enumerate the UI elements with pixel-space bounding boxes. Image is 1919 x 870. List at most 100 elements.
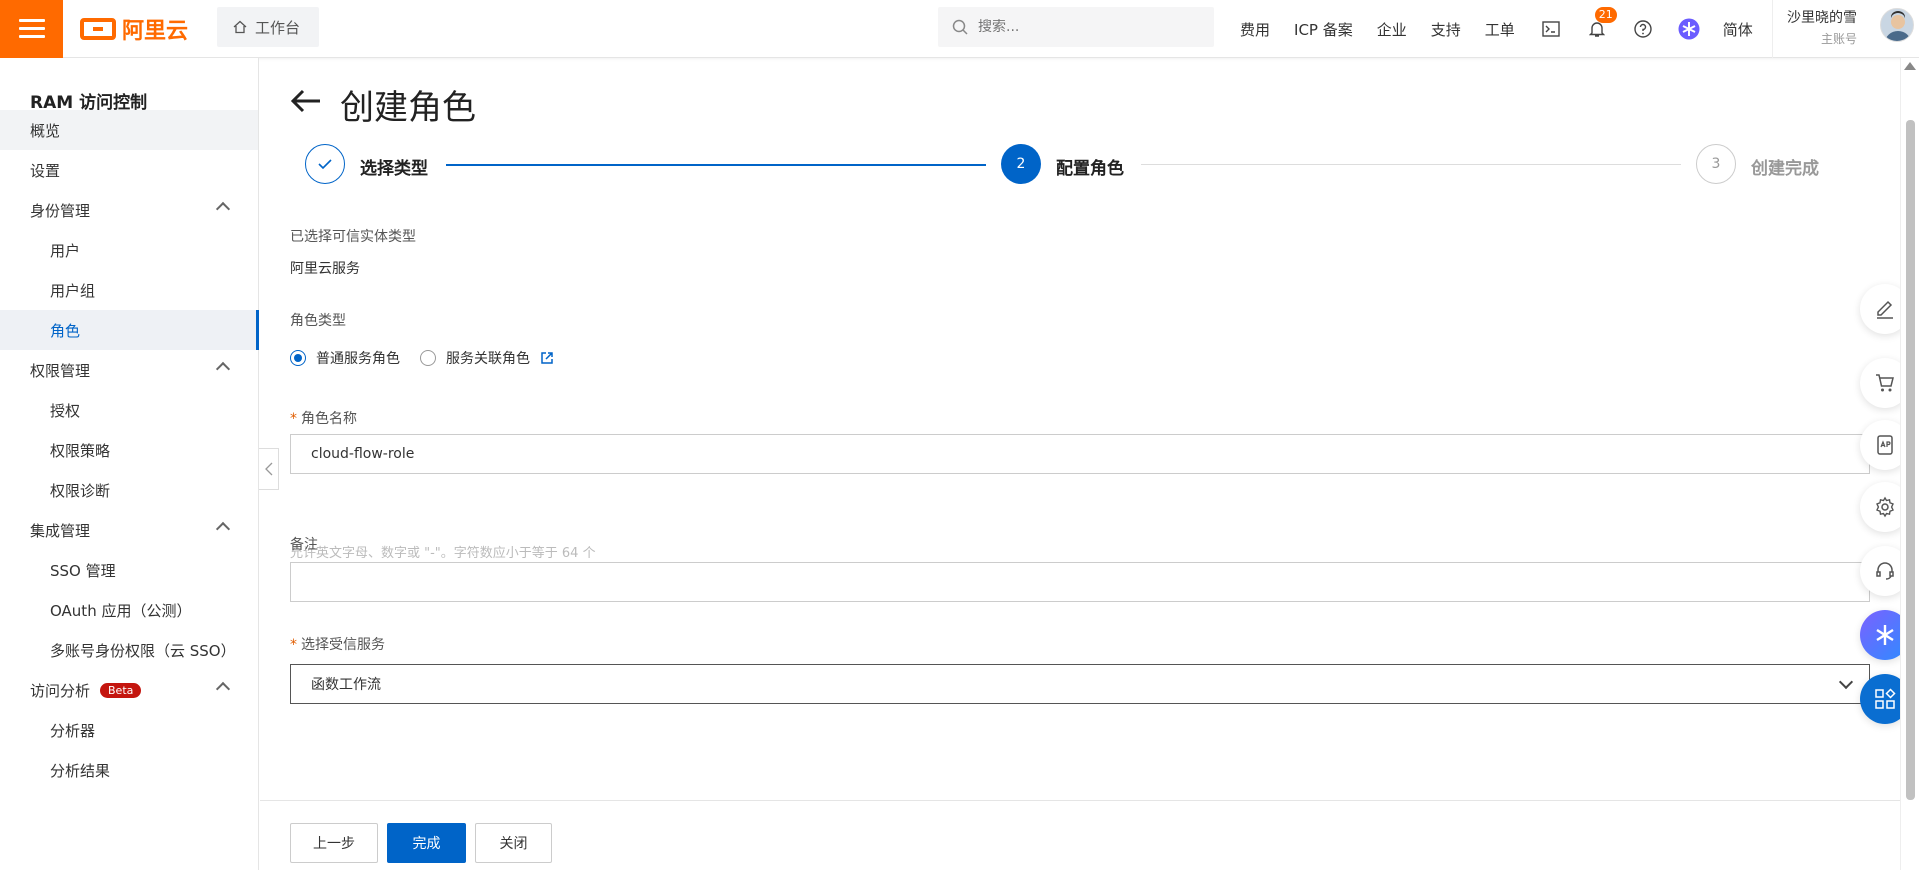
role-name-value: cloud-flow-role [311,446,415,462]
user-menu[interactable]: 沙里晓的雪 主账号 [1772,0,1857,58]
help-button[interactable] [1631,17,1655,41]
sidebar-group-integration[interactable]: 集成管理 [0,510,258,550]
language-switch[interactable]: 简体 [1723,19,1753,40]
radio-normal-service-role-label[interactable]: 普通服务角色 [316,348,400,368]
trusted-service-value: 函数工作流 [311,677,381,693]
aliyun-logo-icon [80,18,116,40]
sidebar-item-analysis-results[interactable]: 分析结果 [0,750,258,790]
help-icon [1634,20,1652,38]
sidebar-item-label: OAuth 应用（公测） [50,601,192,620]
terminal-button[interactable] [1539,17,1563,41]
sidebar-item-label: 分析器 [50,721,96,740]
beta-badge: Beta [100,682,142,698]
footer-bar: 上一步 完成 关闭 [260,800,1900,870]
sidebar-item-user-groups[interactable]: 用户组 [0,270,258,310]
notification-button[interactable]: 21 [1585,7,1617,41]
trusted-service-select[interactable]: 函数工作流 [290,664,1870,704]
step-1-indicator [305,144,345,184]
link-ticket[interactable]: 工单 [1485,19,1515,40]
sidebar-item-label: 角色 [50,321,81,340]
scroll-up-arrow-icon[interactable] [1904,62,1916,70]
step-3-label: 创建完成 [1751,159,1819,179]
step-2-label: 配置角色 [1056,159,1124,179]
user-name: 沙里晓的雪 [1787,10,1857,26]
sidebar-item-cloud-sso[interactable]: 多账号身份权限（云 SSO） [0,630,258,670]
ai-sparkle-icon [1876,625,1894,645]
step-1-label: 选择类型 [360,159,428,179]
sidebar-item-grants[interactable]: 授权 [0,390,258,430]
trusted-entity-label: 已选择可信实体类型 [290,229,416,245]
chevron-down-icon [1838,674,1854,690]
sidebar-item-label: 权限管理 [30,361,91,380]
sidebar-item-policies[interactable]: 权限策略 [0,430,258,470]
back-button[interactable] [290,88,322,118]
link-support[interactable]: 支持 [1431,19,1461,40]
role-name-input[interactable]: cloud-flow-role [290,434,1870,474]
trusted-service-label: * 选择受信服务 [290,634,385,654]
trusted-entity-value: 阿里云服务 [290,261,360,277]
headset-icon [1876,562,1894,580]
chevron-up-icon [215,361,231,377]
radio-normal-service-role[interactable] [290,350,306,366]
role-type-label: 角色类型 [290,313,346,329]
sidebar-item-roles[interactable]: 角色 [0,310,259,350]
remark-label: 备注 [290,537,318,553]
sidebar-item-label: 用户 [50,241,81,260]
sidebar-group-permissions[interactable]: 权限管理 [0,350,258,390]
page-title: 创建角色 [340,88,476,128]
chevron-up-icon [215,201,231,217]
search-box[interactable] [938,7,1214,47]
notification-badge: 21 [1594,7,1617,23]
workbench-button[interactable]: 工作台 [217,7,319,47]
link-icp[interactable]: ICP 备案 [1294,19,1353,40]
sidebar-item-sso[interactable]: SSO 管理 [0,550,258,590]
home-icon [233,20,247,34]
external-link-icon[interactable] [540,351,554,365]
avatar[interactable] [1880,8,1914,42]
remark-input[interactable] [290,562,1870,602]
cart-icon [1876,374,1894,392]
step-connector-2 [1141,164,1681,165]
gear-icon [1876,496,1894,518]
sidebar-group-access-analysis[interactable]: 访问分析 Beta [0,670,258,710]
link-billing[interactable]: 费用 [1240,19,1270,40]
chevron-up-icon [215,681,231,697]
radio-service-linked-role[interactable] [420,350,436,366]
sidebar-item-label: 授权 [50,401,81,420]
done-button[interactable]: 完成 [387,823,466,863]
ai-sparkle-icon [1678,18,1700,40]
role-type-options: 普通服务角色 服务关联角色 [290,348,554,368]
sidebar-item-users[interactable]: 用户 [0,230,258,270]
required-mark: * [290,637,297,653]
radio-service-linked-role-label[interactable]: 服务关联角色 [446,348,530,368]
sidebar-item-label: 访问分析 [30,681,91,700]
scrollbar-thumb[interactable] [1906,120,1915,800]
sidebar-item-label: 权限策略 [50,441,111,460]
brand-logo[interactable]: 阿里云 [80,14,188,44]
prev-step-button[interactable]: 上一步 [290,823,378,863]
sidebar-item-label: 用户组 [50,281,96,300]
sidebar-group-identity[interactable]: 身份管理 [0,190,258,230]
sidebar-item-label: 多账号身份权限（云 SSO） [50,641,236,660]
sidebar-item-overview[interactable]: 概览 [0,110,258,150]
sidebar-item-label: 设置 [30,161,61,180]
terminal-icon [1542,21,1560,37]
step-connector-1 [446,164,986,166]
sidebar-item-diagnosis[interactable]: 权限诊断 [0,470,258,510]
trusted-service-label-text: 选择受信服务 [301,637,385,653]
sidebar-item-settings[interactable]: 设置 [0,150,258,190]
sidebar-item-label: 身份管理 [30,201,91,220]
brand-name: 阿里云 [122,19,189,44]
ai-assistant-button[interactable] [1677,17,1701,41]
chevron-up-icon [215,521,231,537]
search-input[interactable] [978,19,1178,35]
main-content: 创建角色 选择类型 2 配置角色 3 创建完成 已选择可信实体类型 阿里云服务 … [260,58,1900,870]
role-name-label-text: 角色名称 [301,411,357,427]
close-button[interactable]: 关闭 [475,823,552,863]
arrow-left-icon [290,89,320,113]
link-enterprise[interactable]: 企业 [1377,19,1407,40]
sidebar-item-analyzer[interactable]: 分析器 [0,710,258,750]
menu-button[interactable] [0,0,63,58]
sidebar-item-oauth[interactable]: OAuth 应用（公测） [0,590,258,630]
role-name-hint: 允许英文字母、数字或 "-"。字符数应小于等于 64 个 [290,546,596,561]
